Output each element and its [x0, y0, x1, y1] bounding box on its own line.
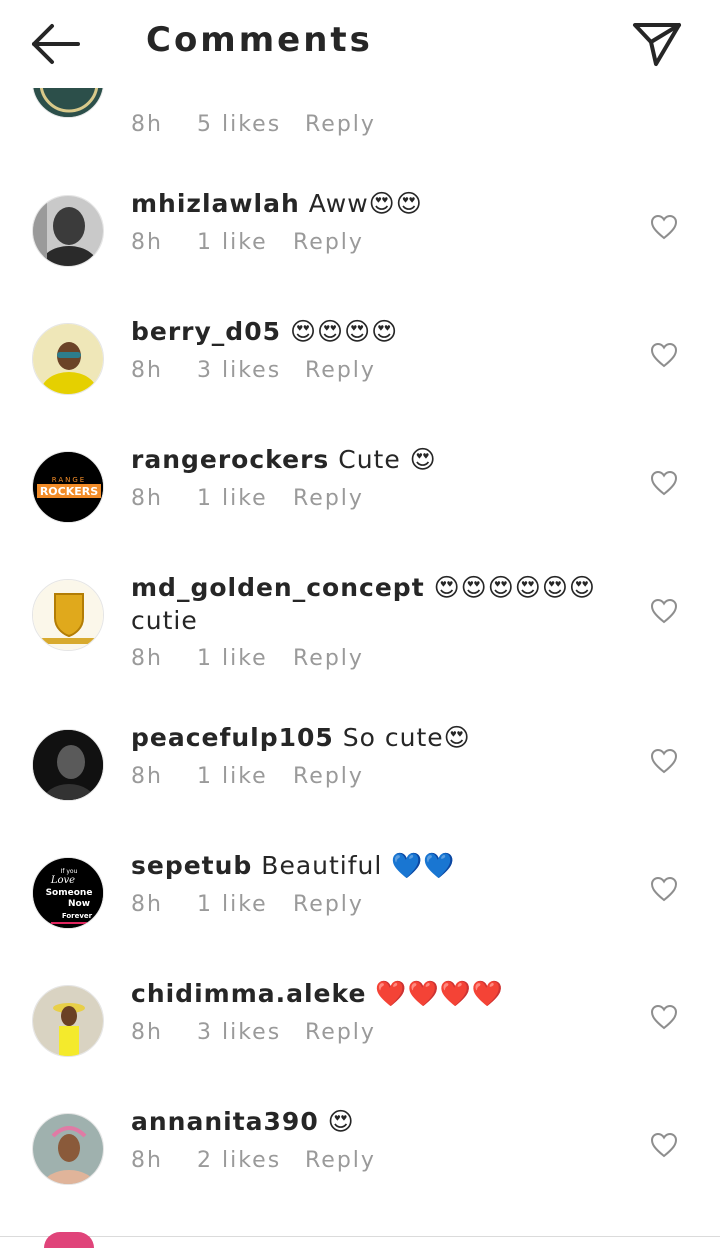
comment-body: ❤️❤️❤️❤️ — [375, 979, 504, 1008]
share-button[interactable] — [630, 18, 684, 70]
comment-body: So cute😍 — [342, 723, 471, 752]
like-button[interactable] — [650, 598, 678, 624]
heart-icon — [650, 748, 678, 774]
like-button[interactable] — [650, 748, 678, 774]
reply-button[interactable]: Reply — [305, 1020, 376, 1045]
comment-likes[interactable]: 2 likes — [197, 1148, 305, 1173]
comment-time: 8h — [131, 646, 163, 671]
comment-body: Aww😍😍 — [308, 189, 423, 218]
like-button[interactable] — [650, 470, 678, 496]
comment-meta: 8h 1 like Reply — [131, 892, 364, 917]
comment-time: 8h — [131, 230, 163, 255]
heart-icon — [650, 1004, 678, 1030]
reply-button[interactable]: Reply — [305, 358, 376, 383]
heart-icon — [650, 598, 678, 624]
divider — [0, 1236, 720, 1237]
back-button[interactable] — [26, 20, 86, 68]
comment-username[interactable]: berry_d05 — [131, 317, 281, 346]
comment-body: Cute 😍 — [338, 445, 437, 474]
avatar[interactable] — [32, 729, 104, 801]
logo-text-top: RANGE — [52, 476, 86, 484]
comment-username[interactable]: chidimma.aleke — [131, 979, 366, 1008]
avatar-text-2: Love — [50, 875, 75, 886]
comment-meta: 8h 1 like Reply — [131, 486, 364, 511]
comment-text: md_golden_concept 😍😍😍😍😍😍 cutie — [131, 571, 621, 637]
header-bar: Comments — [0, 0, 720, 88]
like-button[interactable] — [650, 1132, 678, 1158]
comment-likes[interactable]: 5 likes — [197, 112, 305, 137]
reply-button[interactable]: Reply — [293, 230, 364, 255]
logo-text-main: ROCKERS — [40, 485, 98, 498]
comment-time: 8h — [131, 1148, 163, 1173]
comment-list: 8h 5 likes Reply mhizlawlah Aww😍😍 8h 1 like… — [0, 0, 720, 1248]
comment-likes[interactable]: 3 likes — [197, 358, 305, 383]
comment-text: chidimma.aleke ❤️❤️❤️❤️ — [131, 977, 621, 1010]
reply-button[interactable]: Reply — [293, 892, 364, 917]
heart-icon — [650, 342, 678, 368]
avatar-text-1: If you — [61, 868, 78, 875]
comment-meta: 8h 2 likes Reply — [131, 1148, 376, 1173]
page-title: Comments — [146, 20, 373, 60]
comment-username[interactable]: mhizlawlah — [131, 189, 300, 218]
comment-time: 8h — [131, 112, 163, 137]
comment-time: 8h — [131, 764, 163, 789]
comment-body: Beautiful 💙💙 — [261, 851, 456, 880]
avatar-text-3: Someone — [46, 888, 93, 898]
heart-icon — [650, 214, 678, 240]
comment-likes[interactable]: 1 like — [197, 230, 293, 255]
comment-meta: 8h 1 like Reply — [131, 230, 364, 255]
heart-icon — [650, 470, 678, 496]
comment-text: berry_d05 😍😍😍😍 — [131, 315, 621, 348]
arrow-left-icon — [32, 24, 80, 64]
reply-button[interactable]: Reply — [305, 1148, 376, 1173]
comment-username[interactable]: md_golden_concept — [131, 573, 425, 602]
avatar[interactable] — [32, 1113, 104, 1185]
comment-body: 😍 — [327, 1107, 355, 1136]
comment-text: rangerockers Cute 😍 — [131, 443, 621, 476]
comment-likes[interactable]: 3 likes — [197, 1020, 305, 1045]
like-button[interactable] — [650, 876, 678, 902]
like-button[interactable] — [650, 342, 678, 368]
reply-button[interactable]: Reply — [305, 112, 376, 137]
heart-icon — [650, 876, 678, 902]
avatar[interactable]: If you Love Someone Now Forever — [32, 857, 104, 929]
comment-text: sepetub Beautiful 💙💙 — [131, 849, 621, 882]
reply-button[interactable]: Reply — [293, 486, 364, 511]
comment-text: annanita390 😍 — [131, 1105, 621, 1138]
comment-text: mhizlawlah Aww😍😍 — [131, 187, 621, 220]
avatar[interactable] — [44, 1232, 94, 1248]
comment-likes[interactable]: 1 like — [197, 486, 293, 511]
comment-time: 8h — [131, 1020, 163, 1045]
comment-time: 8h — [131, 358, 163, 383]
comment-meta: 8h 3 likes Reply — [131, 358, 376, 383]
comment-username[interactable]: sepetub — [131, 851, 252, 880]
avatar[interactable]: RANGE ROCKERS — [32, 451, 104, 523]
avatar-text-5: Forever — [62, 912, 93, 920]
reply-button[interactable]: Reply — [293, 764, 364, 789]
comment-likes[interactable]: 1 like — [197, 764, 293, 789]
comment-time: 8h — [131, 486, 163, 511]
avatar[interactable] — [32, 323, 104, 395]
reply-button[interactable]: Reply — [293, 646, 364, 671]
comment-meta: 8h 1 like Reply — [131, 764, 364, 789]
comment-username[interactable]: annanita390 — [131, 1107, 319, 1136]
avatar[interactable] — [32, 195, 104, 267]
avatar[interactable] — [32, 579, 104, 651]
comment-text: peacefulp105 So cute😍 — [131, 721, 621, 754]
comment-meta: 8h 3 likes Reply — [131, 1020, 376, 1045]
avatar-text-4: Now — [68, 899, 90, 909]
like-button[interactable] — [650, 1004, 678, 1030]
avatar[interactable] — [32, 985, 104, 1057]
heart-icon — [650, 1132, 678, 1158]
paper-plane-icon — [633, 23, 681, 66]
comment-username[interactable]: peacefulp105 — [131, 723, 334, 752]
comment-likes[interactable]: 1 like — [197, 892, 293, 917]
comment-time: 8h — [131, 892, 163, 917]
comment-username[interactable]: rangerockers — [131, 445, 329, 474]
comment-meta: 8h 5 likes Reply — [131, 112, 376, 137]
comment-likes[interactable]: 1 like — [197, 646, 293, 671]
comment-body: 😍😍😍😍 — [289, 317, 399, 346]
like-button[interactable] — [650, 214, 678, 240]
comment-meta: 8h 1 like Reply — [131, 646, 364, 671]
